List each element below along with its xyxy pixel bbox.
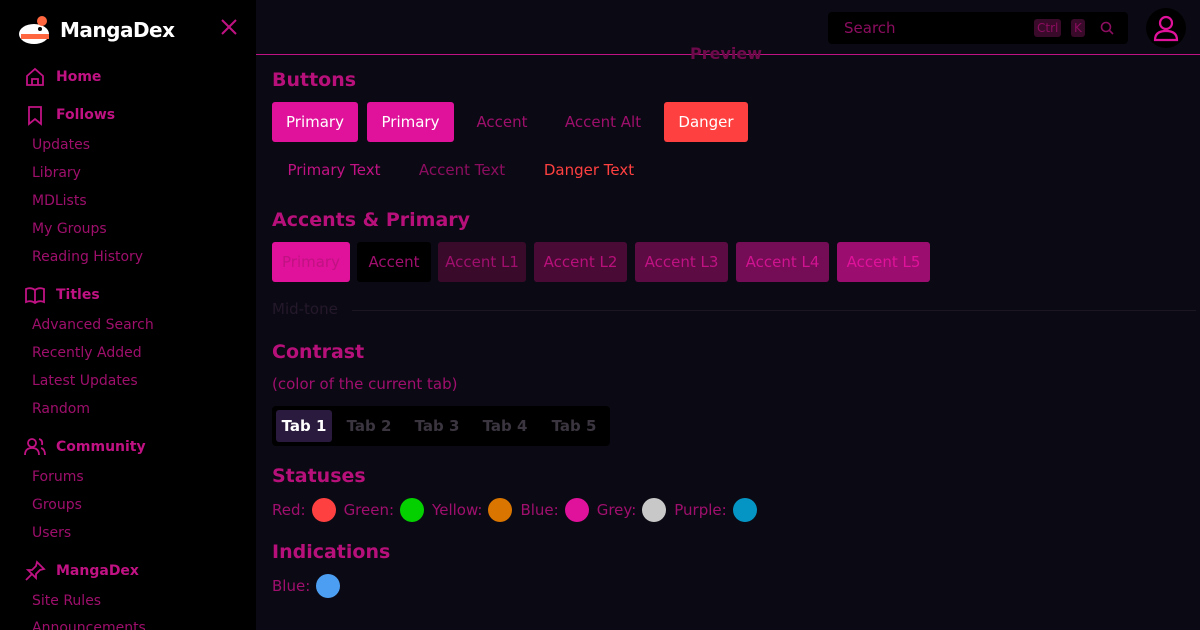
kbd-k: K	[1071, 19, 1085, 37]
sidebar-item-random[interactable]: Random	[32, 401, 90, 417]
tab-2[interactable]: Tab 2	[338, 410, 400, 442]
home-icon	[26, 67, 44, 86]
sidebar-section-label: Follows	[56, 107, 116, 123]
sidebar-section-community[interactable]: Community	[24, 436, 146, 458]
status-dot	[732, 498, 757, 522]
primary-button[interactable]: Primary	[272, 102, 358, 142]
sidebar-item-home[interactable]: Home	[24, 66, 101, 88]
search-box[interactable]: Search Ctrl K	[828, 12, 1128, 44]
sidebar-item-label: Home	[56, 69, 102, 85]
primary-text-button[interactable]: Primary Text	[272, 150, 396, 190]
section-accents-heading: Accents & Primary	[272, 209, 471, 231]
status-row: Red: Green: Yellow: Blue: Grey: Purple:	[272, 498, 765, 522]
midtone-label: Mid-tone	[272, 300, 338, 318]
accent-text-button[interactable]: Accent Text	[406, 150, 518, 190]
section-indications-heading: Indications	[272, 541, 391, 563]
search-icon[interactable]	[1100, 21, 1114, 35]
sidebar-item-site-rules[interactable]: Site Rules	[32, 593, 101, 609]
status-purple: Purple:	[674, 498, 757, 522]
accent-button[interactable]: Accent	[463, 102, 541, 142]
indication-row: Blue:	[272, 574, 348, 598]
swatch-accent-l4: Accent L4	[736, 242, 829, 282]
section-buttons-heading: Buttons	[272, 69, 357, 91]
sidebar-section-label: Titles	[56, 287, 100, 303]
sidebar-item-announcements[interactable]: Announcements	[32, 620, 146, 630]
sidebar-item-my-groups[interactable]: My Groups	[32, 221, 107, 237]
indication-blue: Blue:	[272, 574, 341, 598]
danger-button[interactable]: Danger	[664, 102, 748, 142]
sidebar-section-follows[interactable]: Follows	[24, 104, 115, 126]
search-placeholder: Search	[844, 19, 896, 37]
swatch-accent: Accent	[357, 242, 431, 282]
tab-1[interactable]: Tab 1	[276, 410, 332, 442]
sidebar-section-titles[interactable]: Titles	[24, 284, 100, 306]
status-dot	[564, 498, 589, 522]
sidebar: MangaDex Home Follows Updates Library MD…	[0, 0, 256, 630]
users-icon	[24, 438, 46, 456]
sidebar-item-groups[interactable]: Groups	[32, 497, 82, 513]
sidebar-section-label: Community	[56, 439, 146, 455]
kbd-ctrl: Ctrl	[1034, 19, 1062, 37]
status-dot	[311, 498, 336, 522]
book-icon	[25, 287, 45, 305]
swatch-accent-l2: Accent L2	[534, 242, 627, 282]
sidebar-item-mdlists[interactable]: MDLists	[32, 193, 87, 209]
status-yellow: Yellow:	[432, 498, 513, 522]
sidebar-section-label: MangaDex	[56, 563, 139, 579]
status-grey: Grey:	[597, 498, 667, 522]
sidebar-item-reading-history[interactable]: Reading History	[32, 249, 143, 265]
preview-heading: Preview	[690, 44, 763, 63]
section-contrast-heading: Contrast	[272, 341, 365, 363]
status-red: Red:	[272, 498, 336, 522]
status-dot	[642, 498, 667, 522]
section-statuses-heading: Statuses	[272, 465, 366, 487]
accent-alt-button[interactable]: Accent Alt	[552, 102, 654, 142]
bookmark-icon	[28, 106, 42, 126]
pin-icon	[25, 560, 46, 581]
sidebar-item-updates[interactable]: Updates	[32, 137, 90, 153]
main-content: Preview Buttons Primary Primary Accent A…	[256, 44, 1200, 630]
primary-button-alt[interactable]: Primary	[367, 102, 454, 142]
sidebar-item-recently-added[interactable]: Recently Added	[32, 345, 142, 361]
sidebar-section-mangadex[interactable]: MangaDex	[24, 560, 139, 582]
status-green: Green:	[344, 498, 425, 522]
brand-logo[interactable]: MangaDex	[18, 14, 175, 46]
status-dot	[400, 498, 425, 522]
sidebar-item-advanced-search[interactable]: Advanced Search	[32, 317, 154, 333]
close-sidebar-icon[interactable]	[218, 16, 240, 38]
sidebar-item-latest-updates[interactable]: Latest Updates	[32, 373, 138, 389]
status-blue: Blue:	[520, 498, 589, 522]
swatch-accent-l1: Accent L1	[438, 242, 526, 282]
swatch-accent-l5: Accent L5	[837, 242, 930, 282]
contrast-note: (color of the current tab)	[272, 375, 458, 393]
sidebar-item-forums[interactable]: Forums	[32, 469, 84, 485]
contrast-tabs: Tab 1 Tab 2 Tab 3 Tab 4 Tab 5	[272, 406, 610, 446]
tab-4[interactable]: Tab 4	[474, 410, 536, 442]
sidebar-item-users[interactable]: Users	[32, 525, 71, 541]
tab-3[interactable]: Tab 3	[406, 410, 468, 442]
tab-5[interactable]: Tab 5	[543, 410, 605, 442]
danger-text-button[interactable]: Danger Text	[532, 150, 646, 190]
swatch-primary: Primary	[272, 242, 350, 282]
mangadex-logo-icon	[19, 16, 49, 44]
status-dot	[488, 498, 513, 522]
brand-name: MangaDex	[60, 18, 175, 42]
indication-dot	[316, 574, 341, 598]
user-avatar-icon[interactable]	[1146, 8, 1186, 48]
swatch-accent-l3: Accent L3	[635, 242, 728, 282]
sidebar-item-library[interactable]: Library	[32, 165, 81, 181]
midtone-divider	[352, 310, 1196, 311]
